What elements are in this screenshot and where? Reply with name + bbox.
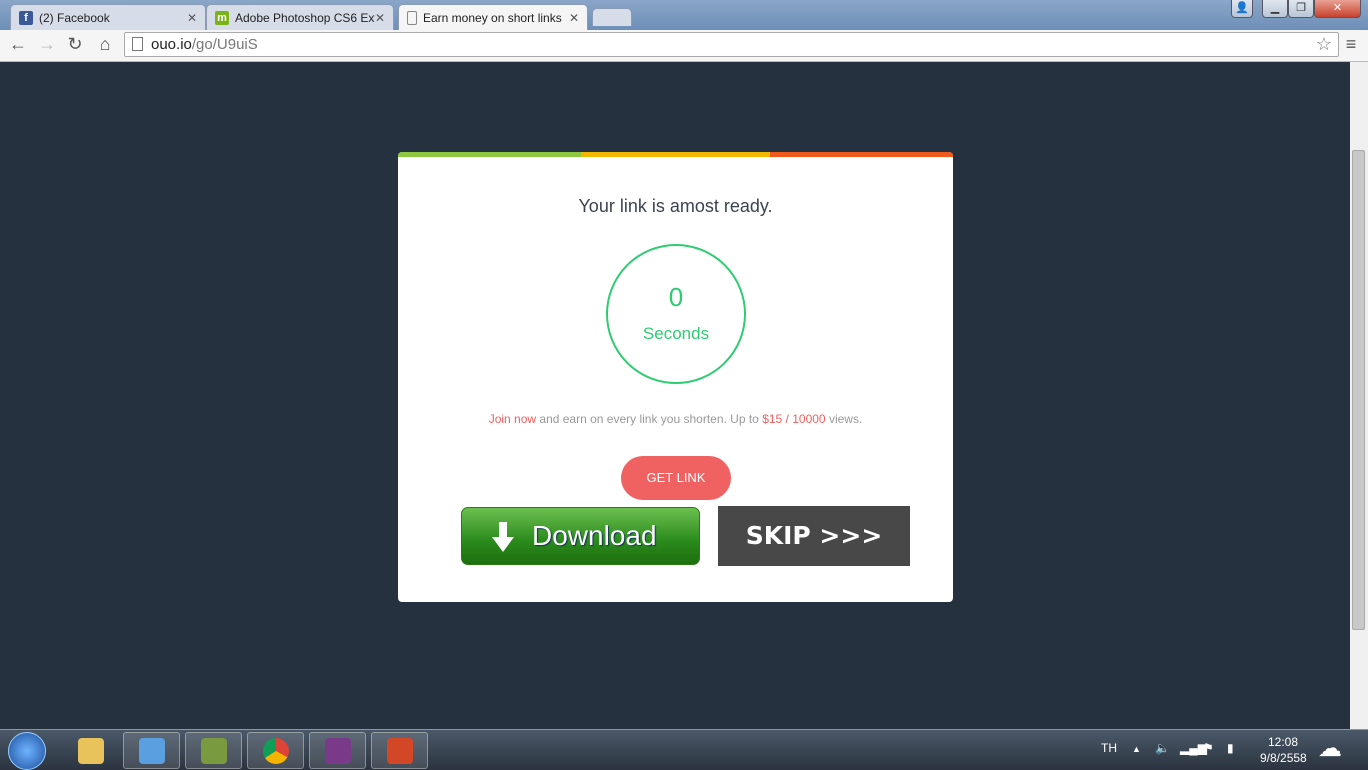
link-card: Your link is amost ready. 0 Seconds Join…	[398, 152, 953, 602]
url-host: ouo.io	[151, 36, 192, 53]
m-site-icon: m	[215, 10, 229, 25]
page-icon	[407, 10, 417, 25]
taskbar-remote[interactable]	[123, 732, 180, 769]
taskbar-media[interactable]	[185, 732, 242, 769]
new-tab-button[interactable]	[592, 8, 632, 26]
get-link-button[interactable]: GET LINK	[621, 456, 731, 500]
join-now-link[interactable]: Join now	[489, 412, 536, 426]
scrollbar[interactable]	[1350, 62, 1368, 729]
download-arrow-icon	[492, 522, 514, 552]
forward-icon[interactable]: →	[36, 34, 58, 55]
tab-title: Earn money on short links	[423, 10, 562, 25]
minimize-button[interactable]: ▁	[1262, 0, 1288, 18]
stripe-orange	[770, 152, 953, 157]
countdown-value: 0	[668, 282, 684, 312]
restore-button[interactable]: ❐	[1288, 0, 1314, 18]
clock-time: 12:08	[1267, 735, 1299, 749]
skip-button[interactable]: SKIP >>>	[718, 506, 910, 566]
taskbar-chrome[interactable]	[247, 732, 304, 769]
close-tab-icon[interactable]: ✕	[375, 11, 385, 25]
taskbar-powerpoint[interactable]	[371, 732, 428, 769]
taskbar-winrar[interactable]	[309, 732, 366, 769]
menu-icon[interactable]: ≡	[1340, 34, 1362, 55]
tab-photoshop[interactable]: m Adobe Photoshop CS6 Ext ✕	[206, 4, 394, 30]
tab-title: Adobe Photoshop CS6 Ext	[235, 10, 375, 25]
close-tab-icon[interactable]: ✕	[569, 11, 579, 25]
power-icon[interactable]: ▮	[1227, 741, 1234, 755]
back-icon[interactable]: ←	[7, 34, 29, 55]
tab-strip: f (2) Facebook ✕ m Adobe Photoshop CS6 E…	[0, 0, 1368, 30]
action-center-flag-icon[interactable]: ⚑	[1203, 741, 1214, 755]
volume-icon[interactable]: 🔈	[1155, 741, 1170, 755]
stripe-yellow	[581, 152, 770, 157]
promo-end: views.	[825, 412, 863, 426]
bookmark-star-icon[interactable]: ☆	[1316, 33, 1332, 56]
home-icon[interactable]: ⌂	[94, 34, 116, 55]
tab-facebook[interactable]: f (2) Facebook ✕	[10, 4, 206, 30]
close-window-button[interactable]: ✕	[1314, 0, 1361, 18]
language-indicator[interactable]: TH	[1101, 741, 1117, 755]
countdown-unit: Seconds	[642, 324, 710, 343]
taskbar: TH ▲ 🔈 ▂▄▆ ⚑ ▮ 12:08 9/8/2558 ☁	[0, 729, 1368, 770]
download-button[interactable]: Download	[461, 507, 700, 565]
url-path: /go/U9uiS	[191, 36, 258, 53]
clock[interactable]: 12:08 9/8/2558	[1260, 734, 1307, 766]
page-icon	[132, 37, 143, 51]
start-button[interactable]	[8, 732, 46, 770]
scrollbar-thumb[interactable]	[1352, 150, 1365, 630]
taskbar-explorer[interactable]	[62, 732, 119, 769]
stripe-green	[398, 152, 581, 157]
clock-date: 9/8/2558	[1260, 751, 1307, 765]
promo-rate: $15 / 10000	[762, 412, 826, 426]
weather-cloud-icon[interactable]: ☁	[1318, 734, 1342, 763]
user-icon[interactable]: 👤	[1231, 0, 1253, 18]
address-bar[interactable]: ouo.io/go/U9uiS ☆	[124, 32, 1339, 57]
browser-toolbar: ← → ↻ ⌂ ouo.io/go/U9uiS ☆ ≡	[0, 30, 1368, 62]
countdown-circle: 0 Seconds	[606, 244, 746, 384]
show-hidden-icons[interactable]: ▲	[1132, 744, 1141, 754]
card-title: Your link is amost ready.	[578, 196, 773, 216]
reload-icon[interactable]: ↻	[64, 34, 86, 55]
close-tab-icon[interactable]: ✕	[187, 11, 197, 25]
tab-ouo[interactable]: Earn money on short links ✕	[398, 4, 588, 30]
facebook-icon: f	[19, 10, 33, 25]
promo-text: Join now and earn on every link you shor…	[398, 412, 953, 426]
tab-title: (2) Facebook	[39, 10, 110, 25]
download-label: Download	[532, 520, 657, 551]
promo-middle: and earn on every link you shorten. Up t…	[536, 412, 763, 426]
